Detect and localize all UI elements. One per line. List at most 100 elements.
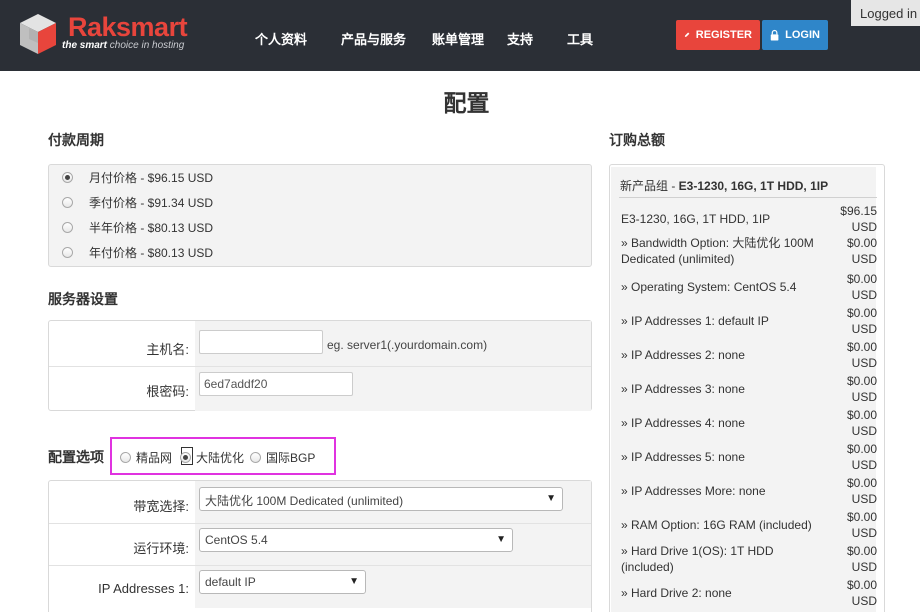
- summary-item-price: $0.00 USD: [846, 340, 877, 370]
- summary-item-desc: » IP Addresses More: none: [621, 484, 766, 498]
- order-summary-title: 订购总额: [609, 132, 665, 148]
- bandwidth-selected-value: 大陆优化 100M Dedicated (unlimited): [205, 494, 404, 508]
- dropdown-arrow-icon: ▼: [546, 493, 556, 504]
- summary-item-desc: » IP Addresses 3: none: [621, 382, 745, 396]
- billing-option-label: 季付价格 - $91.34 USD: [89, 196, 214, 210]
- register-label: REGISTER: [695, 29, 752, 41]
- server-settings-title: 服务器设置: [48, 291, 118, 307]
- summary-item-price: $96.15 USD: [840, 204, 877, 234]
- summary-item-desc: » IP Addresses 1: default IP: [621, 314, 769, 328]
- summary-line-item: » Operating System: CentOS 5.4 $0.00 USD: [621, 271, 877, 305]
- billing-option-label: 半年价格 - $80.13 USD: [89, 221, 214, 235]
- nav-item-profile[interactable]: 个人资料: [255, 29, 307, 48]
- login-button[interactable]: LOGIN: [762, 20, 828, 50]
- nav-item-support[interactable]: 支持: [507, 29, 533, 48]
- ip-addresses-1-label: IP Addresses 1:: [98, 581, 189, 596]
- radio-icon[interactable]: [250, 452, 261, 463]
- summary-item-desc: » Hard Drive 1(OS): 1T HDD (included): [621, 544, 774, 574]
- billing-option-label: 月付价格 - $96.15 USD: [89, 171, 214, 185]
- summary-line-item: » IP Addresses 5: none $0.00 USD: [621, 441, 877, 475]
- billing-option-monthly[interactable]: 月付价格 - $96.15 USD: [49, 165, 591, 190]
- billing-cycle-title: 付款周期: [48, 132, 104, 148]
- order-summary-group: 新产品组 - E3-1230, 16G, 1T HDD, 1IP: [620, 179, 829, 193]
- lock-icon: [770, 29, 779, 40]
- summary-item-price: $0.00 USD: [846, 510, 877, 540]
- billing-cycle-panel: 月付价格 - $96.15 USD 季付价格 - $91.34 USD 半年价格…: [48, 164, 592, 267]
- billing-option-quarterly[interactable]: 季付价格 - $91.34 USD: [49, 190, 591, 215]
- summary-item-price: $0.00 USD: [846, 306, 877, 336]
- divider: [619, 197, 877, 198]
- radio-icon[interactable]: [62, 197, 73, 208]
- radio-icon[interactable]: [62, 172, 73, 183]
- summary-item-desc: » IP Addresses 5: none: [621, 450, 745, 464]
- summary-item-price: $0.00 USD: [846, 578, 877, 608]
- config-options-panel: 带宽选择: 大陆优化 100M Dedicated (unlimited) ▼ …: [48, 480, 592, 612]
- register-button[interactable]: REGISTER: [676, 20, 760, 50]
- summary-line-item: E3-1230, 16G, 1T HDD, 1IP $96.15 USD: [621, 203, 877, 235]
- hostname-label: 主机名:: [146, 342, 189, 357]
- ip-addresses-1-select[interactable]: default IP ▼: [199, 570, 366, 594]
- summary-item-price: $0.00 USD: [846, 442, 877, 472]
- os-select[interactable]: CentOS 5.4 ▼: [199, 528, 513, 552]
- cube-logo-icon: [20, 14, 56, 54]
- config-options-title: 配置选项: [48, 449, 104, 465]
- summary-item-price: $0.00 USD: [846, 374, 877, 404]
- nav-item-tools[interactable]: 工具: [567, 29, 593, 48]
- root-password-label: 根密码:: [146, 384, 189, 399]
- summary-item-price: $0.00 USD: [846, 272, 877, 302]
- billing-option-label: 年付价格 - $80.13 USD: [89, 246, 214, 260]
- order-summary-body: 新产品组 - E3-1230, 16G, 1T HDD, 1IP E3-1230…: [611, 167, 877, 612]
- network-type-selector: 精品网 大陆优化 国际BGP: [110, 437, 336, 475]
- root-password-row: 根密码:: [49, 367, 591, 411]
- top-header: Raksmart the smart choice in hosting 个人资…: [0, 0, 920, 71]
- summary-item-desc: » RAM Option: 16G RAM (included): [621, 518, 812, 532]
- summary-item-desc: E3-1230, 16G, 1T HDD, 1IP: [621, 212, 771, 226]
- summary-line-item: » Hard Drive 2: none $0.00 USD: [621, 577, 877, 611]
- hostname-input[interactable]: [199, 330, 323, 354]
- brand-tagline: the smart choice in hosting: [62, 40, 185, 51]
- network-option-label: 大陆优化: [196, 451, 245, 465]
- nav-item-products[interactable]: 产品与服务: [341, 29, 406, 48]
- dropdown-arrow-icon: ▼: [349, 576, 359, 587]
- root-password-input[interactable]: [199, 372, 353, 396]
- os-selected-value: CentOS 5.4: [205, 533, 268, 547]
- summary-line-item: » IP Addresses 1: default IP $0.00 USD: [621, 305, 877, 339]
- bandwidth-label: 带宽选择:: [133, 499, 189, 514]
- summary-line-item: » IP Addresses 4: none $0.00 USD: [621, 407, 877, 441]
- billing-option-annual[interactable]: 年付价格 - $80.13 USD: [49, 240, 591, 265]
- summary-item-desc: » IP Addresses 2: none: [621, 348, 745, 362]
- radio-icon[interactable]: [62, 247, 73, 258]
- server-settings-panel: 主机名: eg. server1(.yourdomain.com) 根密码:: [48, 320, 592, 411]
- raksmart-logo[interactable]: Raksmart the smart choice in hosting: [16, 10, 191, 56]
- network-option-label: 精品网: [136, 451, 173, 465]
- os-row: 运行环境: CentOS 5.4 ▼: [49, 524, 591, 565]
- radio-icon[interactable]: [180, 452, 191, 463]
- radio-icon[interactable]: [120, 452, 131, 463]
- dropdown-arrow-icon: ▼: [496, 534, 506, 545]
- summary-line-item: » IP Addresses 2: none $0.00 USD: [621, 339, 877, 373]
- network-option-premium[interactable]: 精品网: [120, 449, 172, 466]
- hostname-row: 主机名: eg. server1(.yourdomain.com): [49, 321, 591, 366]
- network-option-china-optimized[interactable]: 大陆优化: [180, 449, 244, 466]
- nav-item-billing[interactable]: 账单管理: [432, 29, 484, 48]
- ip-addresses-1-row: IP Addresses 1: default IP ▼: [49, 566, 591, 608]
- bandwidth-select[interactable]: 大陆优化 100M Dedicated (unlimited) ▼: [199, 487, 563, 511]
- summary-item-desc: » Hard Drive 2: none: [621, 586, 732, 600]
- summary-line-item: » IP Addresses More: none $0.00 USD: [621, 475, 877, 509]
- summary-line-item: » IP Addresses 3: none $0.00 USD: [621, 373, 877, 407]
- summary-line-item: » RAM Option: 16G RAM (included) $0.00 U…: [621, 509, 877, 543]
- billing-option-semiannual[interactable]: 半年价格 - $80.13 USD: [49, 215, 591, 240]
- summary-item-desc: » Bandwidth Option: 大陆优化 100M Dedicated …: [621, 236, 814, 266]
- os-label: 运行环境:: [133, 541, 189, 556]
- login-label: LOGIN: [785, 29, 820, 41]
- hostname-hint: eg. server1(.yourdomain.com): [327, 338, 488, 352]
- summary-item-price: $0.00 USD: [846, 476, 877, 506]
- summary-item-desc: » IP Addresses 4: none: [621, 416, 745, 430]
- network-option-label: 国际BGP: [266, 451, 316, 465]
- network-option-international-bgp[interactable]: 国际BGP: [250, 449, 315, 466]
- radio-icon[interactable]: [62, 222, 73, 233]
- summary-item-price: $0.00 USD: [846, 236, 877, 266]
- pencil-icon: [684, 32, 690, 38]
- bandwidth-row: 带宽选择: 大陆优化 100M Dedicated (unlimited) ▼: [49, 481, 591, 523]
- logged-in-status[interactable]: Logged in: [851, 0, 920, 26]
